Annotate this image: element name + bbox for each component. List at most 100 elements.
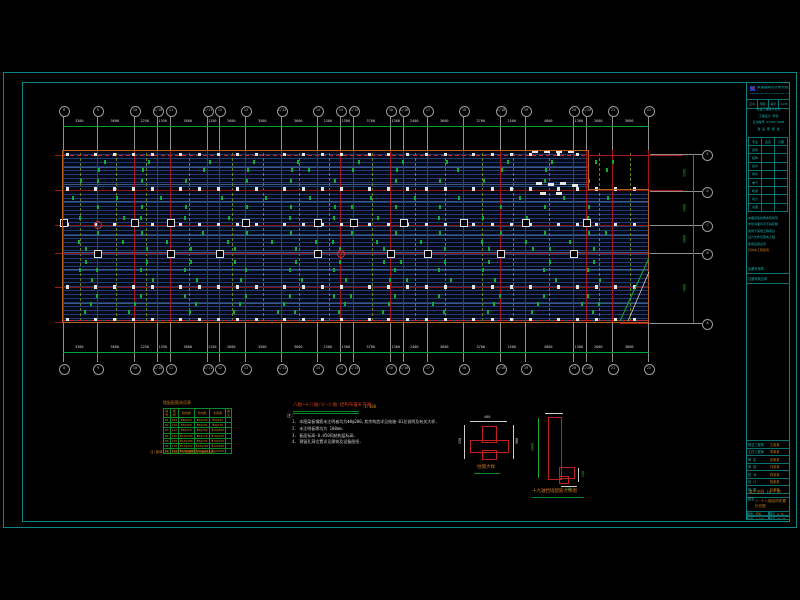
personnel-row: 主任工程师李某某 — [747, 449, 790, 457]
detail-wall-label: 十九轴挡墙配筋大样图 — [532, 490, 577, 495]
signature-col-header: 签名 — [762, 138, 775, 146]
meta-label: 图号 — [770, 512, 776, 515]
detail-wall-dim-height: 2800 — [531, 443, 535, 451]
signature-cell — [775, 170, 788, 178]
signature-cell: 给水 — [749, 162, 762, 170]
signature-cell: 电气 — [749, 178, 762, 186]
rebar-table-cell — [226, 449, 232, 454]
company-logo — [750, 86, 755, 91]
rebar-table-cell: Φ10@200 — [194, 443, 210, 448]
signature-cell: 建筑 — [749, 146, 762, 154]
detail-capital-dim-right-text: 900 — [516, 438, 520, 444]
signature-cell: 结构 — [749, 154, 762, 162]
personnel-name: 张某某 — [770, 457, 780, 462]
meta-value: 结施 — [756, 512, 762, 515]
personnel-name: 陈某某 — [770, 472, 780, 477]
signature-cell — [775, 178, 788, 186]
note-item: 4. 预留孔洞位置详见建筑及设备图纸. — [292, 440, 362, 444]
rebar-table-row: B5120Φ10@180Φ8@150Φ10@150 — [164, 438, 232, 443]
stamp-label: 注册师执业章 — [747, 276, 767, 281]
cad-drawing-sheet: 89101/10111/1112131/1314151/15161/161718… — [0, 0, 800, 600]
personnel-role: 校 对 — [747, 472, 770, 477]
signature-col-header: 专业 — [749, 138, 762, 146]
drawing-meta-grid: 图别结施图号G-15比例1:100日期08.06 — [747, 511, 790, 520]
certificate-line: 工程设计 甲级 — [747, 115, 790, 118]
notes-prefix: 注: — [287, 414, 293, 418]
signature-cell — [762, 187, 775, 195]
personnel-row: 设 计杨某某 — [747, 479, 790, 487]
signature-cell: 总图 — [749, 203, 762, 211]
rebar-table-header: 短向筋 — [179, 409, 195, 418]
personnel-name: 王某某 — [770, 442, 780, 447]
signature-row: 结构 — [749, 154, 788, 162]
rebar-table-header: 长向筋 — [194, 409, 210, 418]
signature-cell — [775, 187, 788, 195]
signature-cell: 动力 — [749, 195, 762, 203]
rebar-table-header: 备注 — [226, 409, 232, 418]
rebar-table-title: 楼板配筋选用表 — [163, 401, 191, 405]
rebar-table-cell: Φ8@200 — [179, 418, 195, 423]
signature-grid: 专业签名日期建筑结构给水排水电气暖通动力总图 — [748, 137, 788, 212]
signature-row: 排水 — [749, 170, 788, 178]
personnel-row: 院总工程师王某某 — [747, 441, 790, 449]
rebar-table-header: 板厚 — [170, 409, 178, 418]
personnel-role: 审 核 — [747, 464, 770, 469]
stamp-row: 出图专用章 — [747, 264, 790, 274]
meta-cell: 日期08.06 — [769, 516, 791, 521]
note-item: 3. 板面标高-0.050同结构层标高. — [292, 434, 356, 438]
detail-capital-dim-top — [470, 421, 507, 422]
signature-row: 暖通 — [749, 187, 788, 195]
statement-line: 设计文件仅限本工程 — [748, 236, 775, 239]
notes-scale: 1:100 — [364, 405, 376, 409]
meta-label: 图别 — [748, 512, 754, 515]
statement-line: 或用于其他工程项目 — [748, 230, 775, 233]
meta-label: 比例 — [748, 517, 754, 520]
stamp-label: 出图专用章 — [747, 266, 764, 271]
drawing-title: 八~十八轴结构布置补充图 — [755, 499, 789, 509]
company-name-en: PROVINCIAL ARCH DESIGN INSTITUTE — [750, 93, 789, 95]
signature-row: 给水 — [749, 162, 788, 170]
rebar-table-row: B3110Φ8@150Φ8@200Φ10@200 — [164, 428, 232, 433]
statement-line: 未经书面许可不得复制 — [748, 223, 778, 226]
rebar-table-row: B4120Φ10@200Φ8@150Φ10@180 — [164, 433, 232, 438]
personnel-name: 李某某 — [770, 449, 780, 454]
signature-row: 动力 — [749, 195, 788, 203]
signature-row: 总图 — [749, 203, 788, 211]
company-logo-mark — [751, 87, 753, 89]
note-item: 1. 本图梁板钢筋未注明者均为Φ8@200,其余构造详见结施-01总说明及有关大… — [292, 420, 438, 424]
certificate-line: 建设工程设计证书 — [747, 108, 790, 111]
signature-cell — [775, 203, 788, 211]
detail-capital-dim-left — [464, 425, 465, 459]
meta-value: 08.06 — [777, 517, 785, 520]
detail-wall-label-underline — [532, 497, 584, 498]
rebar-table-header: 编号 — [164, 409, 171, 418]
detail-wall-dim-right — [578, 468, 579, 482]
signature-row: 建筑 — [749, 146, 788, 154]
detail-wall-top-tick — [545, 413, 563, 414]
project-name: 某工业园 1# 厂房 — [749, 490, 781, 494]
personnel-name: 刘某某 — [770, 464, 780, 469]
signature-cell — [762, 162, 775, 170]
rebar-table-row: B2100Φ8@180Φ8@200Φ8@150 — [164, 423, 232, 428]
personnel-role: 审 定 — [747, 457, 770, 462]
rebar-table-cell: Φ10@150 — [179, 443, 195, 448]
detail-retaining-wall[interactable]: 2800 150 240 — [525, 410, 595, 495]
stamp-rows: 出图专用章注册师执业章 — [747, 264, 790, 284]
statement-line: 使用违者必究 — [748, 243, 766, 246]
certificate-line: 建 设 部 颁 发 — [747, 128, 790, 131]
statement-orange-line: 仅供本工程使用 — [748, 249, 769, 252]
meta-cell: 比例1:100 — [747, 516, 769, 521]
rebar-table-cell: Φ10@200 — [210, 428, 226, 433]
rebar-table-row: B6130Φ10@150Φ10@200Φ12@200 — [164, 443, 232, 448]
personnel-row: 审 定张某某 — [747, 456, 790, 464]
personnel-row: 审 核刘某某 — [747, 464, 790, 472]
signature-cell — [762, 170, 775, 178]
meta-label: 日期 — [770, 517, 776, 520]
rebar-table-row: B1100Φ8@200Φ8@200Φ8@150 — [164, 418, 232, 423]
rebar-table: 编号板厚短向筋长向筋支座筋备注B1100Φ8@200Φ8@200Φ8@150B2… — [163, 408, 216, 454]
drawing-title-row: 图名 八~十八轴结构布置补充图 — [747, 497, 790, 512]
signature-cell — [762, 195, 775, 203]
stamp-row: 注册师执业章 — [747, 274, 790, 284]
signature-row: 电气 — [749, 178, 788, 186]
rebar-table-cell: Φ10@180 — [210, 433, 226, 438]
